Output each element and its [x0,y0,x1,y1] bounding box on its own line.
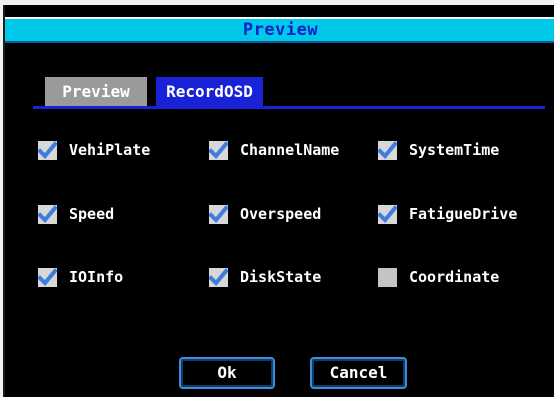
checkbox-checked-icon[interactable] [209,204,228,224]
option-overspeed[interactable]: Overspeed [209,202,321,226]
option-label: VehiPlate [69,141,151,159]
option-diskstate[interactable]: DiskState [209,265,321,289]
tab-underline [33,106,545,109]
checkbox-checked-icon[interactable] [38,267,57,287]
option-label: Speed [69,205,115,223]
checkbox-checked-icon[interactable] [378,140,397,160]
option-label: ChannelName [240,141,340,159]
option-speed[interactable]: Speed [38,202,114,226]
checkbox-checked-icon[interactable] [38,140,57,160]
cancel-button[interactable]: Cancel [310,357,407,389]
option-coordinate[interactable]: Coordinate [378,265,499,289]
option-label: IOInfo [69,268,124,286]
tab-recordosd[interactable]: RecordOSD [156,77,263,107]
tab-preview[interactable]: Preview [45,77,147,107]
checkbox-unchecked-icon[interactable] [378,267,397,287]
dialog-title: Preview [5,17,554,43]
option-channelname[interactable]: ChannelName [209,138,339,162]
option-ioinfo[interactable]: IOInfo [38,265,123,289]
option-label: DiskState [240,268,322,286]
option-label: Coordinate [409,268,500,286]
option-fatiguedrive[interactable]: FatigueDrive [378,202,517,226]
checkbox-checked-icon[interactable] [209,267,228,287]
option-label: FatigueDrive [409,205,518,223]
option-label: Overspeed [240,205,322,223]
checkbox-checked-icon[interactable] [38,204,57,224]
ok-button[interactable]: Ok [179,357,275,389]
record-osd-dialog: Preview Preview RecordOSD VehiPlate Chan… [3,5,554,397]
option-systemtime[interactable]: SystemTime [378,138,499,162]
option-label: SystemTime [409,141,500,159]
option-vehiplate[interactable]: VehiPlate [38,138,150,162]
checkbox-checked-icon[interactable] [378,204,397,224]
checkbox-checked-icon[interactable] [209,140,228,160]
